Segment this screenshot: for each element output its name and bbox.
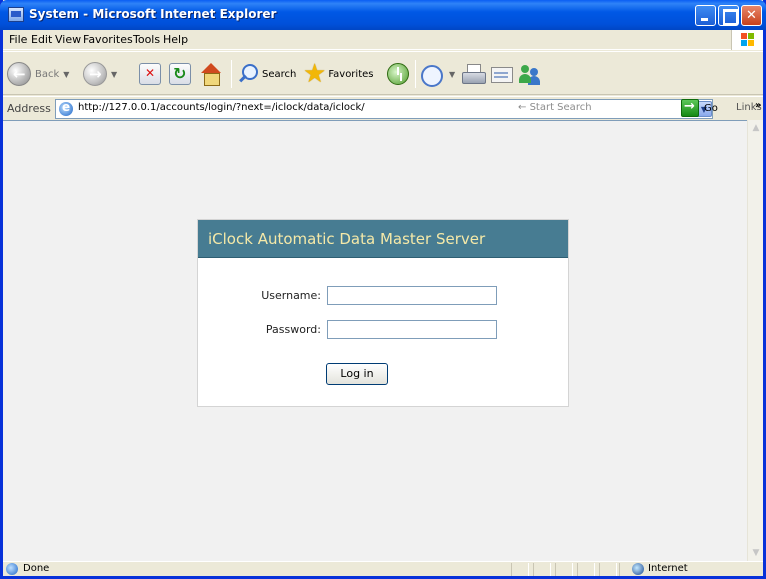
toolbar-separator [415,60,416,88]
back-button[interactable]: Back ▼ [7,58,69,90]
vertical-scrollbar[interactable]: ▲ ▼ [747,120,763,561]
app-title: iClock Automatic Data Master Server [208,230,486,248]
go-button[interactable]: Go [681,99,718,117]
stop-icon [139,63,161,85]
status-cell [511,563,529,576]
edit-button[interactable] [489,58,513,90]
maximize-icon [719,6,738,25]
favorites-label: Favorites [328,68,374,80]
maximize-button[interactable] [718,5,739,26]
mail-dropdown-icon[interactable]: ▼ [449,70,455,79]
favorites-star-icon: ★ [303,59,327,89]
print-icon [461,63,486,85]
password-label: Password: [265,323,321,336]
window-title: System - Microsoft Internet Explorer [29,7,277,21]
password-input[interactable] [327,320,497,339]
refresh-button[interactable] [169,58,191,90]
internet-globe-icon [632,563,644,575]
address-url[interactable]: http://127.0.0.1/accounts/login/?next=/i… [78,102,365,113]
address-bar: Address http://127.0.0.1/accounts/login/… [3,96,763,120]
menu-help[interactable]: Help [163,33,188,46]
go-arrow-icon [681,99,699,117]
status-cell [533,563,551,576]
mail-icon [419,63,445,87]
print-button[interactable] [461,58,486,90]
address-field[interactable]: http://127.0.0.1/accounts/login/?next=/i… [55,99,713,119]
menu-tools[interactable]: Tools [133,33,160,46]
toolbar-separator [231,60,232,88]
status-cell [577,563,595,576]
title-bar[interactable]: System - Microsoft Internet Explorer ✕ [0,0,766,30]
ie-window-icon[interactable] [8,7,24,22]
home-button[interactable] [199,58,223,90]
forward-arrow-icon [83,62,107,86]
menu-edit[interactable]: Edit [31,33,52,46]
username-label: Username: [261,289,321,302]
links-chevron-icon[interactable]: » [755,100,761,111]
go-label: Go [704,102,718,114]
edit-icon [489,63,513,85]
menu-favorites[interactable]: Favorites [83,33,133,46]
history-button[interactable] [387,58,409,90]
page-viewport: iClock Automatic Data Master Server User… [3,120,747,561]
login-panel: iClock Automatic Data Master Server User… [197,219,569,407]
messenger-button[interactable] [517,58,541,90]
home-icon [199,63,223,86]
favorites-button[interactable]: ★ Favorites [303,58,373,90]
back-label: Back [35,68,60,80]
page-ie-icon [59,100,73,116]
zone-label: Internet [648,563,688,574]
browser-window: System - Microsoft Internet Explorer ✕ F… [0,0,766,579]
menu-file[interactable]: File [9,33,27,46]
back-dropdown-icon[interactable]: ▼ [63,70,69,79]
scroll-up-icon[interactable]: ▲ [748,120,764,136]
minimize-icon [696,6,715,25]
stop-button[interactable] [139,58,161,90]
scroll-down-icon[interactable]: ▼ [748,545,764,561]
messenger-icon [517,63,541,85]
forward-dropdown-icon[interactable]: ▼ [111,70,117,79]
minimize-button[interactable] [695,5,716,26]
refresh-icon [169,63,191,85]
status-cell [555,563,573,576]
windows-logo-icon [731,30,763,50]
status-cell [599,563,617,576]
search-button[interactable]: Search [237,58,296,90]
search-label: Search [262,68,297,80]
login-button[interactable]: Log in [326,363,388,385]
close-button[interactable]: ✕ [741,5,762,26]
security-zone[interactable]: Internet [619,563,763,576]
status-bar: Done Internet [3,561,763,576]
history-icon [387,63,409,85]
back-arrow-small-icon: ← [518,102,527,113]
status-text: Done [23,563,50,574]
menu-bar: File Edit View Favorites Tools Help [3,30,763,50]
start-search-text: Start Search [529,102,592,113]
address-label: Address [7,102,51,115]
search-icon [237,63,259,85]
back-arrow-icon [7,62,31,86]
mail-button[interactable]: ▼ [419,58,455,90]
standard-toolbar: Back ▼ ▼ Search ★ Favorites ▼ [3,51,763,95]
close-icon: ✕ [746,8,757,23]
menu-view[interactable]: View [55,33,81,46]
username-input[interactable] [327,286,497,305]
page-status-icon [6,563,18,575]
start-search-placeholder[interactable]: ← Start Search [518,102,592,113]
forward-button[interactable]: ▼ [83,58,117,90]
login-header: iClock Automatic Data Master Server [198,220,568,258]
